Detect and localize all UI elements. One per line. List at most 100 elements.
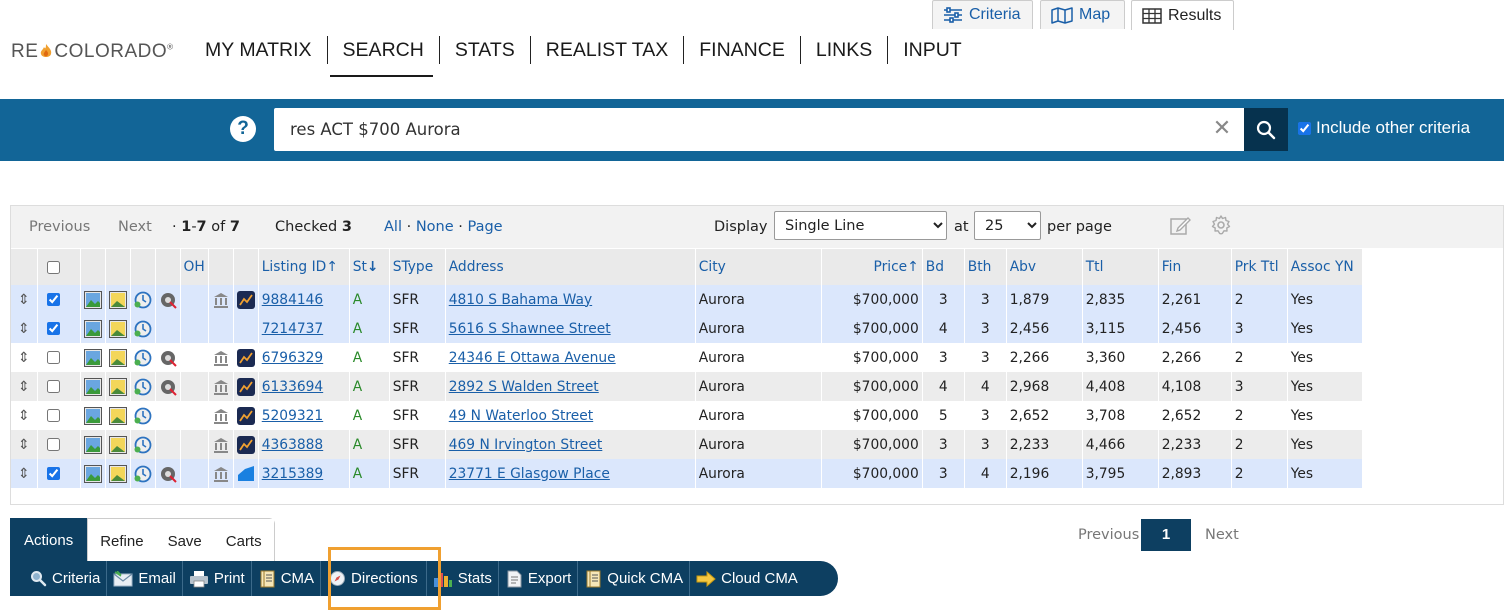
drag-handle-icon[interactable]: ⇕ bbox=[14, 466, 30, 482]
next-link[interactable]: Next bbox=[118, 219, 152, 235]
tax-building-icon[interactable] bbox=[212, 291, 230, 309]
cloud-cma-action-button[interactable]: Cloud CMA bbox=[690, 561, 804, 596]
media-icon[interactable] bbox=[108, 290, 127, 309]
row-checkbox[interactable] bbox=[46, 322, 60, 335]
address-link[interactable]: 4810 S Bahama Way bbox=[449, 292, 592, 308]
edit-icon[interactable] bbox=[1170, 216, 1192, 236]
pager-previous[interactable]: Previous bbox=[1078, 527, 1139, 543]
address-link[interactable]: 2892 S Walden Street bbox=[449, 379, 599, 395]
select-page-link[interactable]: Page bbox=[467, 219, 502, 235]
nav-realist-tax[interactable]: REALIST TAX bbox=[531, 36, 685, 64]
history-clock-icon[interactable] bbox=[134, 465, 152, 483]
header-bd[interactable]: Bd bbox=[922, 249, 965, 285]
header-bth[interactable]: Bth bbox=[964, 249, 1007, 285]
tour-icon[interactable] bbox=[159, 378, 177, 396]
header-price[interactable]: Price↑ bbox=[821, 249, 923, 285]
address-link[interactable]: 5616 S Shawnee Street bbox=[449, 321, 611, 337]
email-action-button[interactable]: Email bbox=[107, 561, 183, 596]
pager-page-1[interactable]: 1 bbox=[1141, 519, 1191, 551]
header-st[interactable]: St↓ bbox=[349, 249, 390, 285]
select-all-link[interactable]: All bbox=[384, 219, 402, 235]
table-row[interactable]: ⇕ 3215389 A SFR 23771 E Glasgow Place Aurora $… bbox=[11, 459, 1363, 488]
recolorado-logo[interactable]: RE COLORADO® bbox=[11, 41, 174, 63]
tour-icon[interactable] bbox=[159, 291, 177, 309]
photo-icon[interactable] bbox=[83, 290, 102, 309]
row-checkbox[interactable] bbox=[46, 409, 60, 422]
listing-id-link[interactable]: 6796329 bbox=[262, 350, 323, 366]
history-clock-icon[interactable] bbox=[134, 320, 152, 338]
nav-finance[interactable]: FINANCE bbox=[684, 36, 801, 64]
drag-handle-icon[interactable]: ⇕ bbox=[14, 292, 30, 308]
nav-stats[interactable]: STATS bbox=[440, 36, 531, 64]
clear-icon[interactable]: ✕ bbox=[1212, 116, 1232, 142]
photo-icon[interactable] bbox=[83, 464, 102, 483]
tour-icon[interactable] bbox=[159, 465, 177, 483]
history-clock-icon[interactable] bbox=[134, 436, 152, 454]
tax-building-icon[interactable] bbox=[212, 436, 230, 454]
drag-handle-icon[interactable]: ⇕ bbox=[14, 350, 30, 366]
photo-icon[interactable] bbox=[83, 406, 102, 425]
include-other-criteria[interactable]: Include other criteria bbox=[1298, 118, 1470, 138]
pager-next[interactable]: Next bbox=[1205, 527, 1239, 543]
tab-carts[interactable]: Carts bbox=[213, 519, 274, 563]
photo-icon[interactable] bbox=[83, 435, 102, 454]
media-icon[interactable] bbox=[108, 464, 127, 483]
stats-action-button[interactable]: Stats bbox=[427, 561, 499, 596]
tab-results[interactable]: Results bbox=[1131, 0, 1234, 30]
include-other-criteria-checkbox[interactable] bbox=[1298, 121, 1311, 135]
address-link[interactable]: 49 N Waterloo Street bbox=[449, 408, 593, 424]
tour-icon[interactable] bbox=[159, 349, 177, 367]
media-icon[interactable] bbox=[108, 406, 127, 425]
report-icon[interactable] bbox=[237, 465, 255, 483]
header-prk-ttl[interactable]: Prk Ttl bbox=[1231, 249, 1288, 285]
listing-id-link[interactable]: 3215389 bbox=[262, 466, 323, 482]
header-listing-id[interactable]: Listing ID↑ bbox=[258, 249, 350, 285]
history-clock-icon[interactable] bbox=[134, 407, 152, 425]
display-select[interactable]: Single Line bbox=[774, 211, 947, 240]
criteria-action-button[interactable]: Criteria bbox=[10, 561, 108, 596]
tab-map[interactable]: Map bbox=[1040, 0, 1125, 29]
history-clock-icon[interactable] bbox=[134, 291, 152, 309]
drag-handle-icon[interactable]: ⇕ bbox=[14, 437, 30, 453]
listing-id-link[interactable]: 5209321 bbox=[262, 408, 323, 424]
table-row[interactable]: ⇕ 6796329 A SFR 24346 E Ottawa Avenue Aurora $… bbox=[11, 343, 1363, 372]
media-icon[interactable] bbox=[108, 435, 127, 454]
tab-actions[interactable]: Actions bbox=[10, 518, 88, 562]
select-all-checkbox[interactable] bbox=[46, 260, 60, 274]
row-checkbox[interactable] bbox=[46, 380, 60, 393]
tax-building-icon[interactable] bbox=[212, 465, 230, 483]
drag-handle-icon[interactable]: ⇕ bbox=[14, 379, 30, 395]
report-icon[interactable] bbox=[236, 348, 255, 367]
row-checkbox[interactable] bbox=[46, 293, 60, 306]
tab-save[interactable]: Save bbox=[155, 519, 214, 563]
cma-action-button[interactable]: CMA bbox=[252, 561, 322, 596]
listing-id-link[interactable]: 4363888 bbox=[262, 437, 323, 453]
nav-links[interactable]: LINKS bbox=[801, 36, 889, 64]
search-input[interactable] bbox=[274, 108, 1244, 151]
address-link[interactable]: 24346 E Ottawa Avenue bbox=[449, 350, 616, 366]
photo-icon[interactable] bbox=[83, 319, 102, 338]
row-checkbox[interactable] bbox=[46, 467, 60, 480]
report-icon[interactable] bbox=[236, 406, 255, 425]
print-action-button[interactable]: Print bbox=[183, 561, 252, 596]
header-ttl[interactable]: Ttl bbox=[1082, 249, 1159, 285]
table-row[interactable]: ⇕ 6133694 A SFR 2892 S Walden Street Aurora $7… bbox=[11, 372, 1363, 401]
select-none-link[interactable]: None bbox=[416, 219, 454, 235]
table-row[interactable]: ⇕ 7214737 A SFR 5616 S Shawnee Street Aurora $… bbox=[11, 314, 1363, 343]
address-link[interactable]: 469 N Irvington Street bbox=[449, 437, 603, 453]
row-checkbox[interactable] bbox=[46, 351, 60, 364]
drag-handle-icon[interactable]: ⇕ bbox=[14, 321, 30, 337]
table-row[interactable]: ⇕ 9884146 A SFR 4810 S Bahama Way Aurora $700,… bbox=[11, 285, 1363, 314]
previous-link[interactable]: Previous bbox=[29, 219, 90, 235]
listing-id-link[interactable]: 9884146 bbox=[262, 292, 323, 308]
address-link[interactable]: 23771 E Glasgow Place bbox=[449, 466, 610, 482]
header-oh[interactable]: OH bbox=[180, 249, 209, 285]
nav-my-matrix[interactable]: MY MATRIX bbox=[190, 36, 328, 64]
nav-input[interactable]: INPUT bbox=[888, 36, 977, 64]
tax-building-icon[interactable] bbox=[212, 349, 230, 367]
header-address[interactable]: Address bbox=[445, 249, 696, 285]
tab-refine[interactable]: Refine bbox=[88, 519, 156, 563]
tab-criteria[interactable]: Criteria bbox=[932, 0, 1033, 29]
report-icon[interactable] bbox=[236, 377, 255, 396]
media-icon[interactable] bbox=[108, 377, 127, 396]
